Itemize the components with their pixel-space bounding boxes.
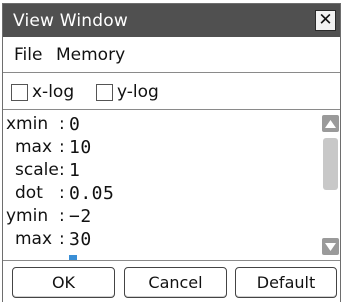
x-log-option[interactable]: x-log	[11, 82, 74, 102]
param-row-xscale[interactable]: scale : 1	[3, 160, 320, 182]
param-label: max	[15, 137, 53, 157]
param-label: scale	[15, 160, 59, 180]
y-log-checkbox[interactable]	[96, 83, 113, 101]
param-label: ymin	[6, 206, 49, 226]
param-value-field[interactable]: 10	[69, 137, 92, 158]
scroll-down-button[interactable]	[322, 238, 339, 255]
log-options-bar: x-log y-log	[3, 73, 340, 110]
param-row-ymin[interactable]: ymin : −2	[3, 206, 320, 228]
menu-file[interactable]: File	[14, 45, 42, 65]
button-bar: OK Cancel Default	[3, 260, 340, 302]
param-label: dot	[15, 183, 43, 203]
menu-memory[interactable]: Memory	[56, 45, 125, 65]
close-icon: ✕	[318, 10, 333, 30]
param-label: max	[15, 229, 53, 249]
parameter-list: xmin : 0 max : 10 scale : 1 dot : 0.05 y…	[3, 110, 320, 260]
param-colon: :	[59, 229, 65, 249]
x-log-label: x-log	[32, 82, 75, 102]
param-colon: :	[59, 206, 65, 226]
view-window-dialog: View Window ✕ File Memory x-log y-log xm…	[2, 3, 341, 302]
triangle-up-icon	[325, 119, 336, 128]
x-log-checkbox[interactable]	[11, 83, 28, 101]
param-value-field[interactable]: 30	[69, 229, 92, 250]
param-value-field[interactable]: 0.05	[69, 183, 114, 204]
param-value-field[interactable]: 0	[69, 114, 80, 135]
scroll-thumb[interactable]	[323, 138, 338, 190]
param-value-field[interactable]: −2	[69, 206, 92, 227]
param-row-ymax[interactable]: max : 30	[3, 229, 320, 251]
param-colon: :	[59, 160, 65, 180]
param-label: xmin	[6, 114, 49, 134]
param-row-xmax[interactable]: max : 10	[3, 137, 320, 159]
menu-bar: File Memory	[3, 37, 340, 73]
window-title: View Window	[13, 11, 128, 31]
param-colon: :	[59, 137, 65, 157]
y-log-option[interactable]: y-log	[96, 82, 159, 102]
ok-button[interactable]: OK	[12, 267, 115, 298]
param-colon: :	[59, 114, 65, 134]
cancel-button[interactable]: Cancel	[124, 267, 227, 298]
y-log-label: y-log	[117, 82, 159, 102]
default-button[interactable]: Default	[235, 267, 337, 298]
scroll-up-button[interactable]	[322, 115, 339, 132]
param-row-xdot[interactable]: dot : 0.05	[3, 183, 320, 205]
vertical-scrollbar[interactable]	[320, 112, 340, 258]
param-value-field[interactable]: 1	[69, 160, 80, 181]
close-button[interactable]: ✕	[315, 10, 336, 31]
title-bar: View Window ✕	[3, 4, 340, 37]
param-row-xmin[interactable]: xmin : 0	[3, 114, 320, 136]
triangle-down-icon	[325, 242, 336, 251]
param-colon: :	[59, 183, 65, 203]
param-row-partial[interactable]	[3, 252, 320, 260]
